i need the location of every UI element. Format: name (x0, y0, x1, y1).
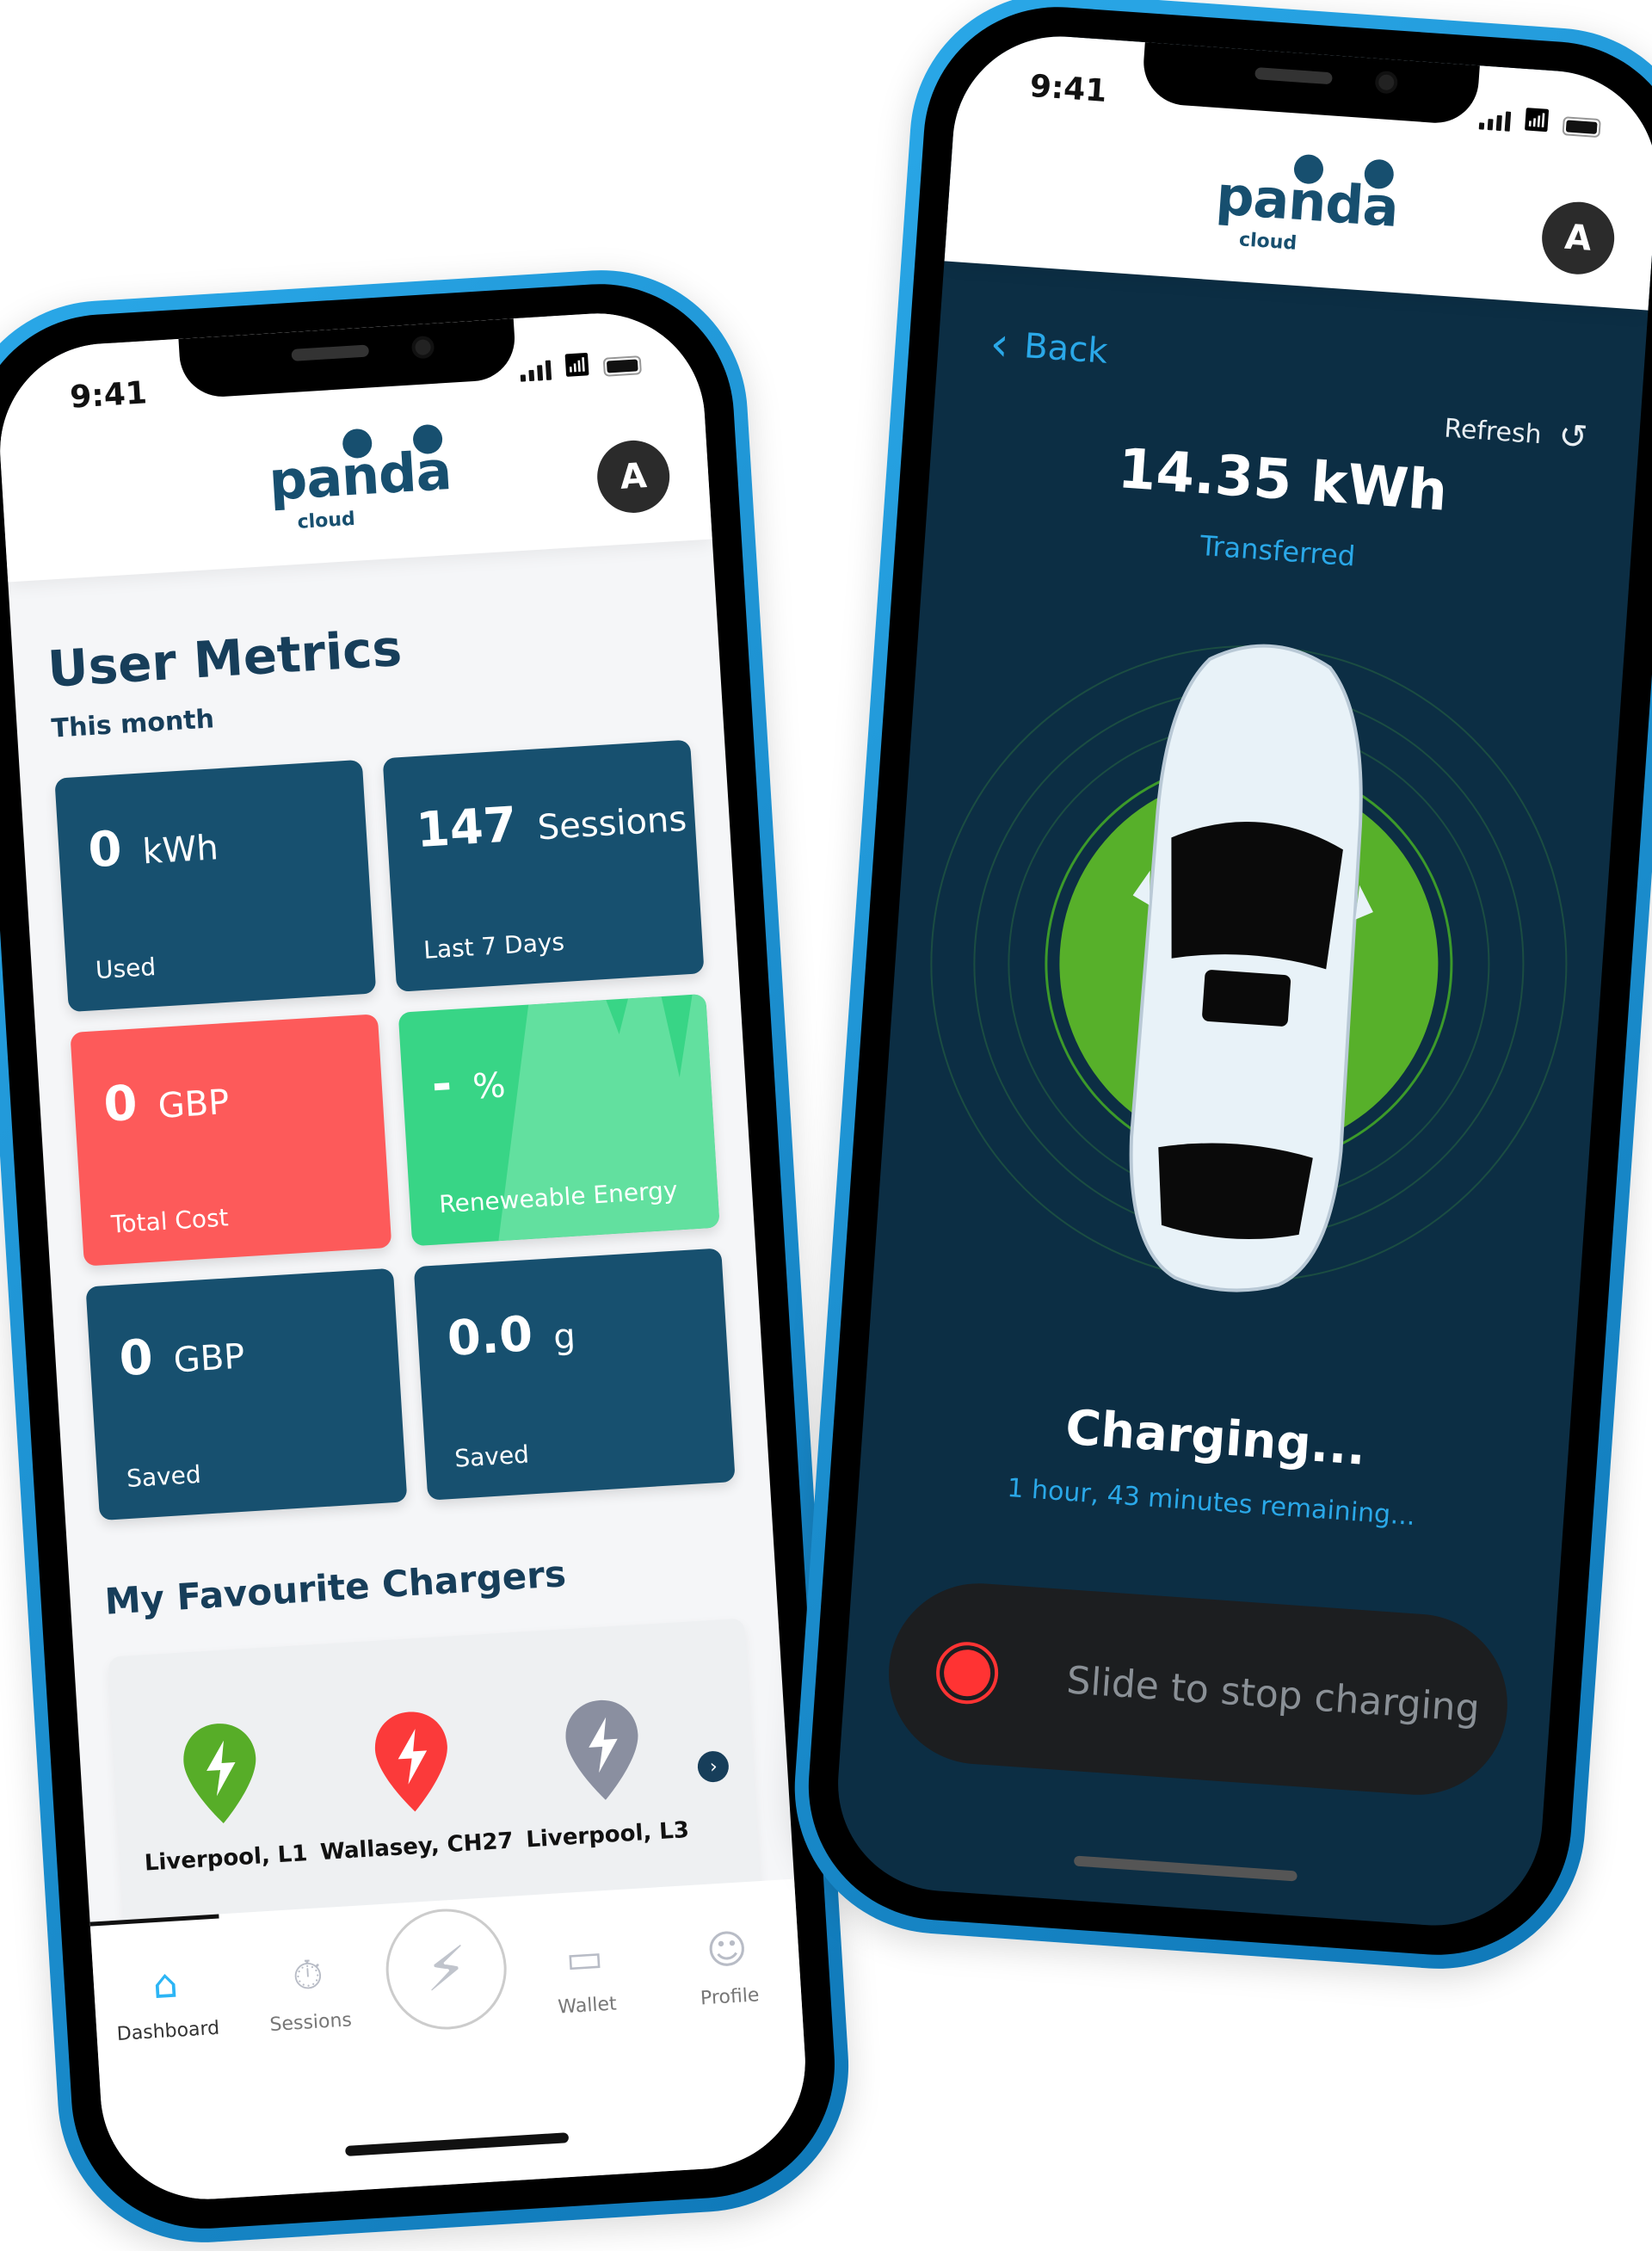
slider-label: Slide to stop charging (1065, 1657, 1482, 1731)
charging-animation (898, 589, 1600, 1339)
refresh-button[interactable]: Refresh ↺ (1443, 408, 1589, 458)
bezel: 9:41 📶︎ panda cloud A User Metrics This … (0, 275, 843, 2237)
refresh-icon: ↺ (1556, 416, 1589, 458)
home-indicator (1073, 1855, 1298, 1882)
charger-pin-icon (565, 1700, 638, 1800)
charging-screen: 9:41 📶︎ panda cloud A ‹ Back Refresh ↺ 14.… (830, 29, 1652, 1933)
stopwatch-icon: ⏱︎ (291, 1951, 325, 2000)
bottom-nav: ⌂ Dashboard ⏱︎ Sessions ⚡︎ ▭ Wallet ☺︎ Profi… (89, 1878, 812, 2206)
signal-icon (520, 360, 552, 382)
car-top-view-icon (1129, 644, 1373, 1292)
wifi-icon: 📶︎ (562, 351, 593, 379)
dashboard-phone: 9:41 📶︎ panda cloud A User Metrics This … (0, 262, 858, 2251)
lightning-icon: ⚡︎ (422, 1933, 470, 2006)
battery-icon (602, 355, 642, 377)
bezel: 9:41 📶︎ panda cloud A ‹ Back Refresh ↺ 14.… (799, 0, 1652, 1964)
charger-pin-icon (374, 1711, 447, 1812)
charging-phone: 9:41 📶︎ panda cloud A ‹ Back Refresh ↺ 14.… (785, 0, 1652, 1979)
metric-card-total-cost[interactable]: 0 GBP Total Cost (70, 1014, 392, 1267)
chevron-right-icon[interactable]: › (697, 1749, 730, 1784)
status-time: 9:41 (1028, 68, 1108, 110)
metric-card-money-saved[interactable]: 0 GBP Saved (85, 1267, 408, 1521)
home-icon: ⌂ (151, 1959, 180, 2008)
charger-item[interactable]: Wallasey, CH27 (312, 1705, 514, 1866)
charger-item[interactable]: Liverpool, L1 (136, 1717, 308, 1877)
status-time: 9:41 (69, 375, 148, 416)
metric-card-renewable[interactable]: -% Reneweable Energy (398, 993, 720, 1247)
metric-card-sessions[interactable]: 147 Sessions Last 7 Days (382, 739, 705, 992)
metric-card-co2-saved[interactable]: 0.0 g Saved (413, 1248, 736, 1501)
wifi-icon: 📶︎ (1521, 106, 1552, 135)
panda-cloud-logo: panda cloud (1212, 153, 1400, 262)
wallet-icon: ▭ (564, 1933, 605, 1983)
person-icon: ☺︎ (705, 1925, 749, 1974)
charge-button[interactable]: ⚡︎ (382, 1905, 510, 2033)
dashboard-screen: 9:41 📶︎ panda cloud A User Metrics This … (0, 306, 812, 2206)
nav-profile[interactable]: ☺︎ Profile (661, 1922, 804, 2171)
battery-icon (1562, 116, 1601, 139)
avatar[interactable]: A (1539, 199, 1617, 277)
metrics-grid: 0 kWh Used 147 Sessions Last 7 Days 0 GBP Tota… (54, 739, 736, 1521)
back-button[interactable]: ‹ Back (989, 316, 1110, 378)
favourites-title: My Favourite Chargers (103, 1552, 568, 1623)
avatar[interactable]: A (595, 438, 672, 515)
nav-sessions[interactable]: ⏱︎ Sessions (242, 1948, 385, 2197)
charger-pin-icon (183, 1724, 256, 1823)
stop-charging-slider[interactable]: Slide to stop charging (883, 1577, 1513, 1801)
record-stop-icon[interactable] (934, 1639, 1001, 1706)
nav-dashboard[interactable]: ⌂ Dashboard (100, 1957, 243, 2205)
panda-cloud-logo: panda cloud (267, 423, 453, 536)
signal-icon (1478, 109, 1512, 132)
metric-card-energy-used[interactable]: 0 kWh Used (54, 759, 377, 1013)
charger-item[interactable]: Liverpool, L3 (518, 1693, 690, 1853)
chevron-left-icon: ‹ (988, 316, 1011, 372)
